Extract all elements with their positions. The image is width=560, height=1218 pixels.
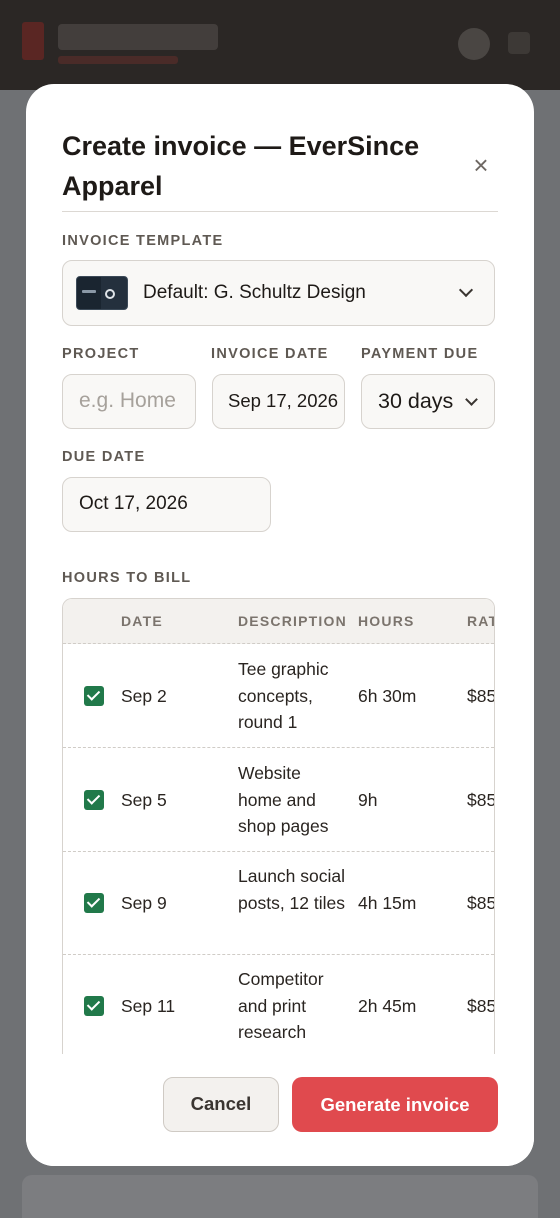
template-thumbnail	[76, 276, 128, 310]
hours-table: DATE DESCRIPTION HOURS RATE Sep 2 Tee gr…	[62, 598, 495, 1068]
row-checkbox[interactable]	[84, 790, 104, 810]
invoice-template-label: INVOICE TEMPLATE	[62, 233, 224, 249]
background-card	[22, 1175, 538, 1218]
payment-due-label: PAYMENT DUE	[361, 346, 479, 362]
chevron-down-icon	[458, 282, 474, 298]
row-rate: $85	[467, 790, 495, 810]
project-input[interactable]: e.g. Home	[62, 374, 196, 429]
invoice-template-select[interactable]: Default: G. Schultz Design	[62, 260, 495, 326]
invoice-date-value: Sep 17, 2026	[228, 390, 339, 411]
payment-due-value: 30 days	[378, 389, 454, 413]
invoice-date-label: INVOICE DATE	[211, 346, 329, 362]
app-header	[0, 0, 560, 90]
row-date: Sep 9	[121, 893, 167, 913]
app-brand-tagline	[58, 56, 178, 64]
dialog-title: Create invoice — EverSince Apparel	[62, 131, 420, 201]
cancel-button[interactable]: Cancel	[163, 1077, 279, 1132]
row-date: Sep 2	[121, 686, 167, 706]
table-row[interactable]: Sep 5 Website home and shop pages 9h $85	[63, 748, 494, 852]
app-logo	[22, 22, 44, 60]
row-checkbox[interactable]	[84, 996, 104, 1016]
row-description: Website home and shop pages	[238, 763, 329, 836]
invoice-template-value: Default: G. Schultz Design	[143, 282, 366, 303]
column-hours: HOURS	[358, 613, 415, 629]
close-icon: ×	[473, 150, 489, 180]
row-hours: 4h 15m	[358, 893, 417, 913]
row-description: Tee graphic concepts, round 1	[238, 659, 329, 732]
generate-invoice-button[interactable]: Generate invoice	[292, 1077, 498, 1132]
row-checkbox[interactable]	[84, 893, 104, 913]
row-date: Sep 11	[121, 996, 176, 1016]
due-date-value: Oct 17, 2026	[79, 493, 188, 514]
chevron-down-icon	[465, 393, 478, 406]
table-row[interactable]: Sep 2 Tee graphic concepts, round 1 6h 3…	[63, 644, 494, 748]
create-invoice-dialog: Create invoice — EverSince Apparel × INV…	[26, 84, 534, 1166]
column-date: DATE	[121, 613, 163, 629]
payment-due-select[interactable]: 30 days	[361, 374, 495, 429]
table-header: DATE DESCRIPTION HOURS RATE	[63, 599, 494, 644]
close-button[interactable]: ×	[466, 150, 496, 180]
row-checkbox[interactable]	[84, 686, 104, 706]
column-rate: RATE	[467, 613, 494, 629]
row-rate: $85	[467, 893, 495, 913]
table-row[interactable]: Sep 11 Competitor and print research 2h …	[63, 954, 494, 1058]
avatar	[458, 28, 490, 60]
row-rate: $85	[467, 996, 495, 1016]
row-hours: 9h	[358, 790, 378, 810]
column-description: DESCRIPTION	[238, 613, 347, 629]
due-date-label: DUE DATE	[62, 449, 146, 465]
due-date-input[interactable]: Oct 17, 2026	[62, 477, 271, 532]
row-description: Launch social posts, 12 tiles	[238, 866, 346, 913]
invoice-date-input[interactable]: Sep 17, 2026	[212, 374, 345, 429]
row-description: Competitor and print research	[238, 969, 324, 1042]
row-hours: 2h 45m	[358, 996, 417, 1016]
hours-to-bill-label: HOURS TO BILL	[62, 570, 192, 586]
project-label: PROJECT	[62, 346, 140, 362]
app-brand	[58, 24, 218, 50]
table-row[interactable]: Sep 9 Launch social posts, 12 tiles 4h 1…	[63, 851, 494, 955]
row-rate: $85	[467, 686, 495, 706]
divider	[62, 211, 498, 212]
project-placeholder: e.g. Home	[79, 389, 176, 412]
row-hours: 6h 30m	[358, 686, 417, 706]
row-date: Sep 5	[121, 790, 167, 810]
menu-icon	[508, 32, 530, 54]
